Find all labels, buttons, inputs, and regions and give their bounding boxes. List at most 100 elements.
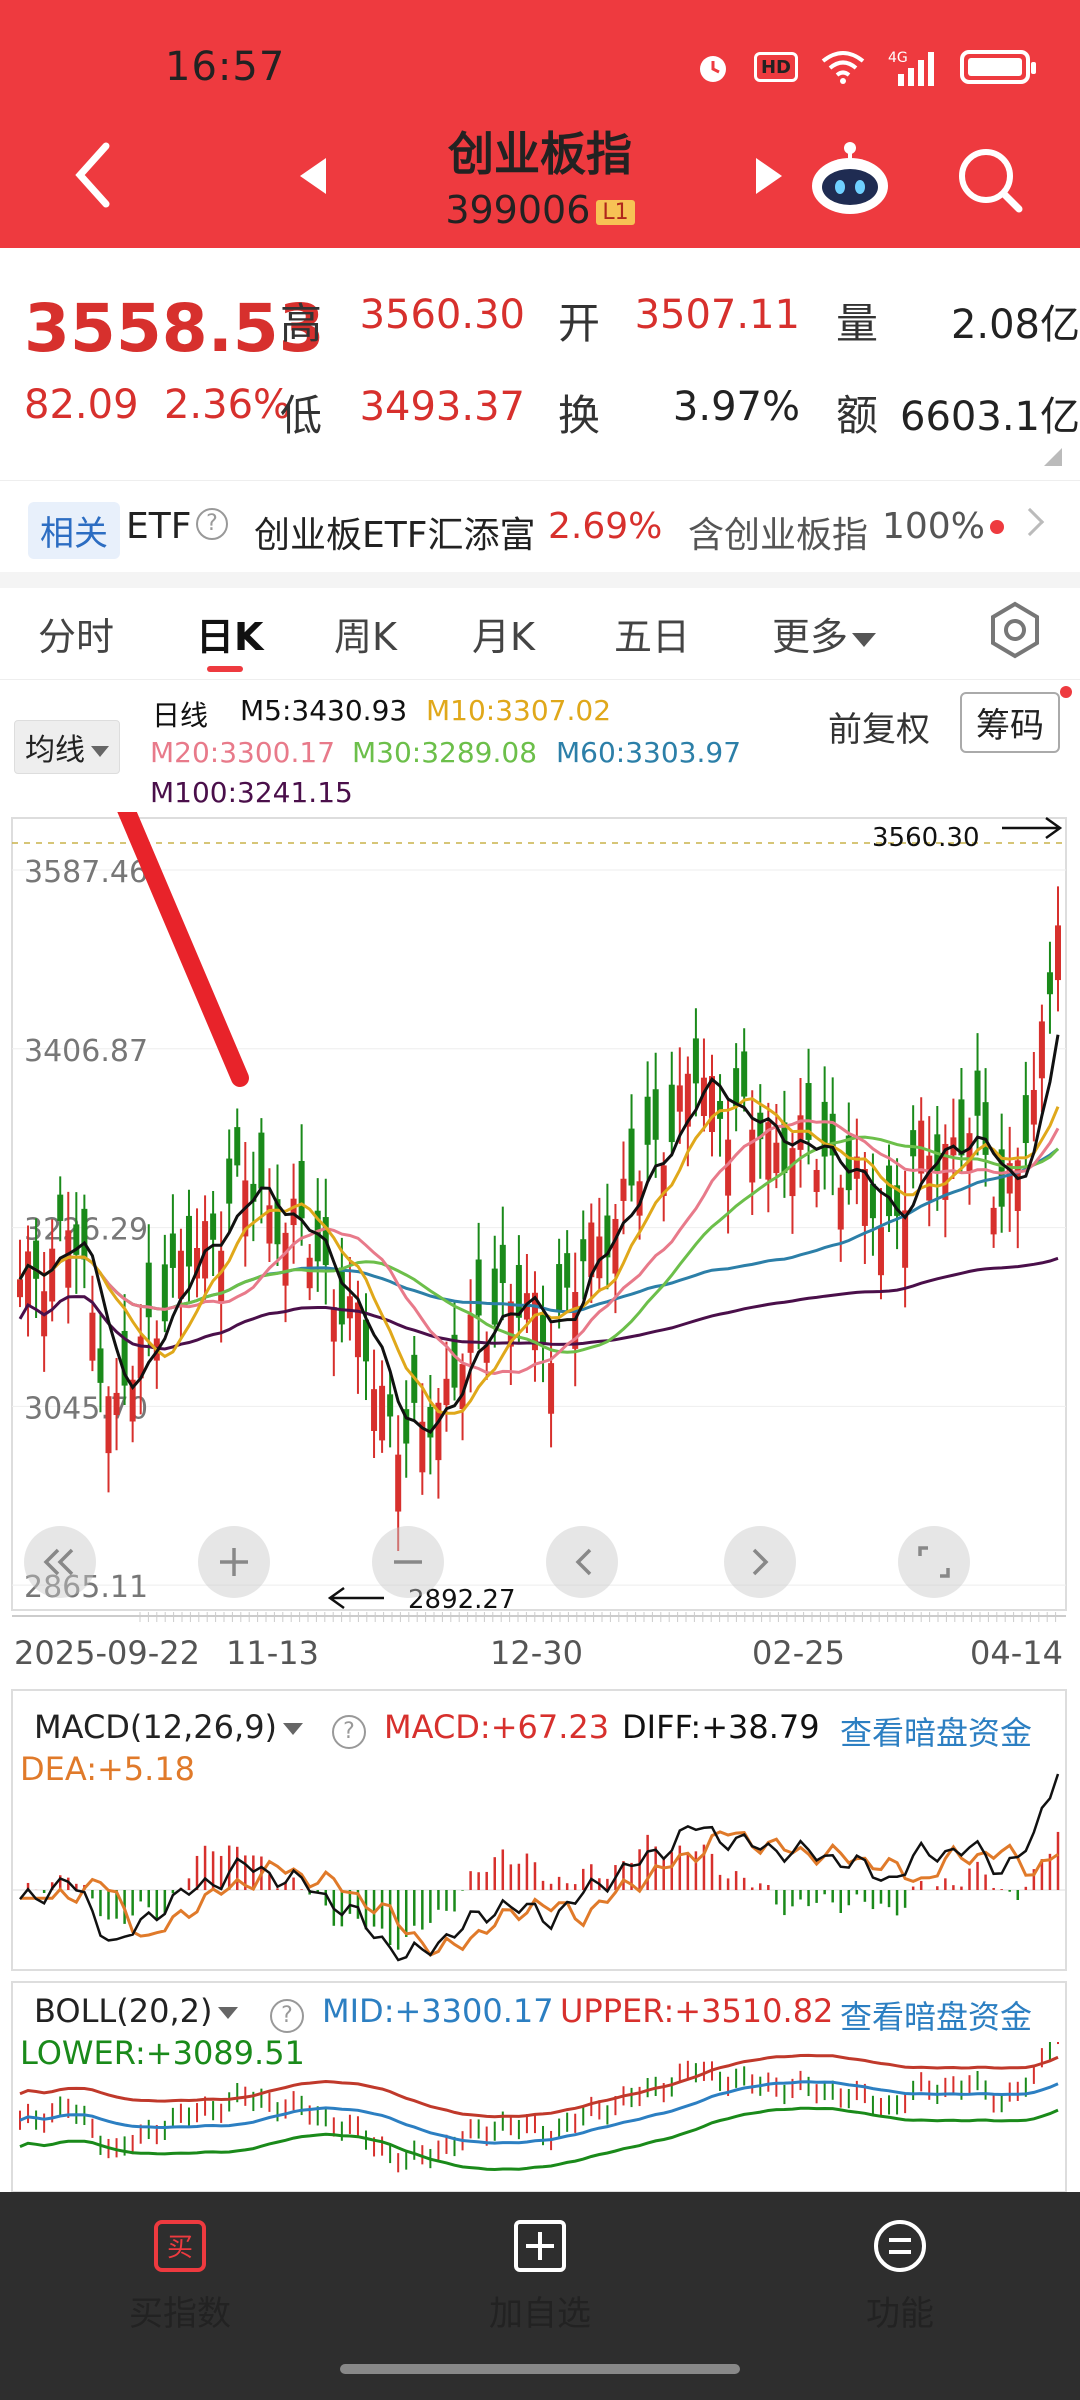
- chevron-down-icon: [283, 1723, 304, 1735]
- expand-quote-icon[interactable]: [1044, 448, 1062, 466]
- candle-body: [81, 1208, 88, 1260]
- buy-icon: 买: [154, 2220, 206, 2272]
- macd-help-icon[interactable]: ?: [332, 1708, 366, 1749]
- boll-upper-value: UPPER:+3510.82: [560, 1992, 834, 2030]
- next-stock-icon[interactable]: [756, 158, 782, 194]
- x-tick-label: 04-14: [970, 1634, 1063, 1672]
- candle-body: [282, 1232, 289, 1286]
- macd-selector[interactable]: MACD(12,26,9): [34, 1708, 304, 1746]
- candle-body: [169, 1233, 176, 1268]
- stock-code-row: 399006 L1: [0, 188, 1080, 232]
- candle-body: [177, 1250, 184, 1299]
- page-title: 创业板指: [448, 127, 632, 181]
- candle-body: [974, 1070, 981, 1116]
- ma-m60: M60:3303.97: [556, 736, 742, 769]
- candle-body: [226, 1158, 233, 1204]
- candle-body: [540, 1312, 547, 1343]
- tab-more[interactable]: 更多: [772, 606, 877, 661]
- candle-body: [869, 1183, 876, 1219]
- status-bar-icons: HD 4G: [694, 48, 1036, 86]
- indicator-selector[interactable]: 均线: [14, 720, 120, 774]
- add-watchlist-label: 加自选: [489, 2294, 591, 2334]
- low-label: 低: [280, 391, 323, 440]
- boll-lower-value: LOWER:+3089.51: [20, 2034, 305, 2072]
- kline-chart[interactable]: 3587.463406.873226.293045.702865.113560.…: [0, 812, 1080, 2192]
- wifi-icon: [820, 49, 866, 85]
- boll-selector[interactable]: BOLL(20,2): [34, 1992, 239, 2030]
- section-separator: [0, 572, 1080, 588]
- candle-body: [580, 1239, 587, 1262]
- notify-dot: [1060, 686, 1072, 698]
- candle-body: [387, 1394, 394, 1417]
- etf-contains: 含创业板指: [688, 515, 869, 556]
- etf-change: 2.69%: [548, 506, 663, 547]
- search-icon[interactable]: [955, 145, 1025, 215]
- candle-body: [491, 1268, 498, 1325]
- candle-body: [676, 1085, 683, 1112]
- candle-body: [1022, 1095, 1029, 1144]
- candle-body: [49, 1248, 56, 1302]
- candle-body: [17, 1279, 23, 1298]
- dea-value: DEA:+5.18: [20, 1750, 196, 1788]
- max-price-label: 3560.30: [872, 823, 980, 853]
- candle-body: [346, 1296, 353, 1319]
- settings-icon[interactable]: [985, 600, 1045, 660]
- period-tabs: [0, 588, 1080, 680]
- dropdown-icon: [852, 632, 877, 647]
- add-watchlist-button[interactable]: 加自选: [440, 2218, 640, 2335]
- candle-body: [652, 1089, 659, 1140]
- tab-intraday[interactable]: 分时: [38, 606, 114, 661]
- boll-mid-value: MID:+3300.17: [322, 1992, 554, 2030]
- high-label: 高: [280, 299, 323, 348]
- candle-body: [926, 1155, 933, 1201]
- alarm-icon: [694, 48, 732, 86]
- macd-value: MACD:+67.23: [384, 1708, 610, 1746]
- volume-label: 量: [836, 299, 879, 348]
- buy-icon-glyph: 买: [167, 2233, 193, 2263]
- etf-help-icon[interactable]: ?: [196, 508, 228, 540]
- status-time: 16:57: [165, 44, 286, 90]
- candle-body: [813, 1169, 820, 1192]
- low-value: 3493.37: [359, 384, 525, 430]
- candle-body: [628, 1128, 635, 1186]
- candle-body: [306, 1257, 313, 1289]
- chip-distribution-button[interactable]: 筹码: [960, 692, 1060, 753]
- ma-m10: M10:3307.02: [426, 694, 612, 727]
- candle-body: [966, 1133, 973, 1172]
- candle-body: [290, 1198, 297, 1226]
- tab-monthly-k[interactable]: 月K: [472, 606, 535, 661]
- y-tick-label: 3045.70: [24, 1391, 148, 1426]
- candle-body: [692, 1038, 699, 1084]
- tab-five-day[interactable]: 五日: [614, 606, 690, 661]
- candle-body: [845, 1135, 852, 1191]
- battery-icon: [960, 50, 1036, 84]
- function-button[interactable]: 功能: [800, 2218, 1000, 2335]
- function-label: 功能: [866, 2294, 934, 2334]
- adjust-mode[interactable]: 前复权: [828, 702, 930, 751]
- etf-weight: 100%: [882, 506, 985, 547]
- open-value: 3507.11: [634, 292, 800, 338]
- tab-daily-k[interactable]: 日K: [196, 606, 263, 661]
- candle-body: [749, 1129, 756, 1183]
- high-value: 3560.30: [359, 292, 525, 338]
- add-icon: [514, 2220, 566, 2272]
- candle-body: [161, 1264, 168, 1322]
- amount-label: 额: [836, 391, 879, 440]
- candle-body: [218, 1250, 225, 1304]
- ma-period: 日线: [152, 699, 209, 732]
- boll-help-icon[interactable]: ?: [270, 1992, 304, 2033]
- buy-index-button[interactable]: 买 买指数: [80, 2218, 280, 2335]
- svg-text:4G: 4G: [888, 50, 908, 66]
- boll-dark-fund-link[interactable]: 查看暗盘资金: [840, 1992, 1032, 2038]
- macd-dark-fund-link[interactable]: 查看暗盘资金: [840, 1708, 1032, 1754]
- buy-index-label: 买指数: [129, 2294, 231, 2334]
- change-value: 82.09: [24, 382, 139, 428]
- etf-name[interactable]: 创业板ETF汇添富: [254, 506, 535, 558]
- fullscreen-button: [898, 1526, 970, 1598]
- tab-weekly-k[interactable]: 周K: [334, 606, 397, 661]
- candle-body: [371, 1389, 378, 1431]
- home-indicator[interactable]: [340, 2364, 740, 2374]
- ai-robot-icon[interactable]: [808, 140, 892, 216]
- ma-m5: M5:3430.93: [240, 694, 408, 727]
- candle-body: [395, 1454, 402, 1512]
